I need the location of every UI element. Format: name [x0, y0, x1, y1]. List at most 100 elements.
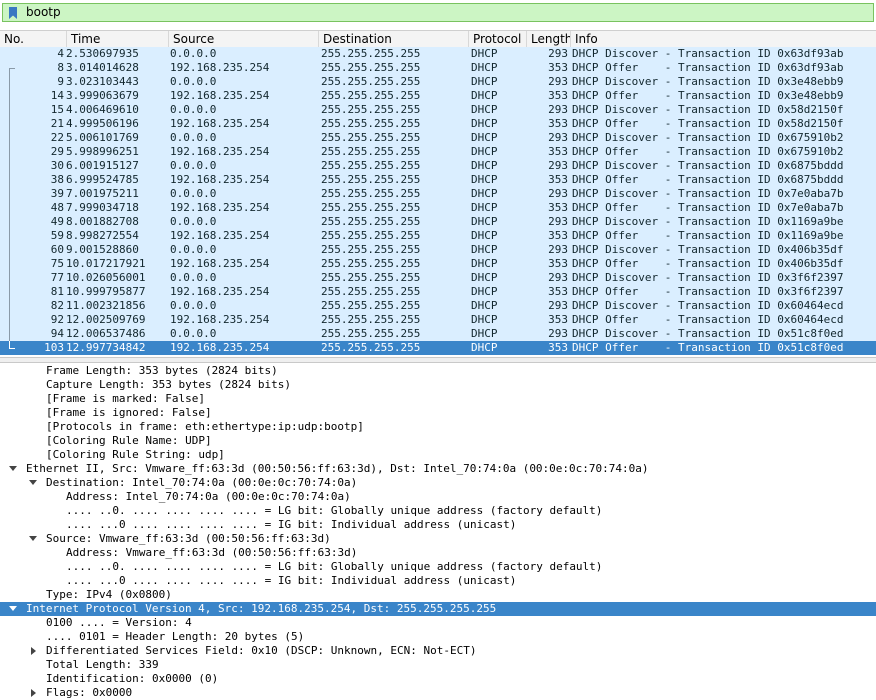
packet-destination: 255.255.255.255	[321, 131, 421, 144]
collapsed-arrow-icon[interactable]	[31, 647, 36, 655]
detail-tree-item[interactable]: Differentiated Services Field: 0x10 (DSC…	[0, 644, 876, 658]
packet-row[interactable]: 82 11.002321856 0.0.0.0 255.255.255.255 DHCP…	[0, 299, 876, 313]
packet-info: DHCP Discover - Transaction ID 0x675910b…	[572, 131, 844, 144]
packet-protocol: DHCP	[471, 159, 498, 172]
detail-tree-item[interactable]: [Coloring Rule Name: UDP]	[0, 434, 876, 448]
packet-row[interactable]: 49 8.001882708 0.0.0.0 255.255.255.255 DHCP 2…	[0, 215, 876, 229]
packet-time: 8.998272554	[66, 229, 139, 242]
detail-tree-item[interactable]: Internet Protocol Version 4, Src: 192.16…	[0, 602, 876, 616]
packet-time: 12.002509769	[66, 313, 146, 326]
detail-tree-item[interactable]: [Protocols in frame: eth:ethertype:ip:ud…	[0, 420, 876, 434]
packet-source: 192.168.235.254	[170, 173, 270, 186]
packet-time: 11.002321856	[66, 299, 146, 312]
detail-tree-item[interactable]: Type: IPv4 (0x0800)	[0, 588, 876, 602]
packet-no: 38	[50, 173, 64, 186]
detail-tree-item[interactable]: Source: Vmware_ff:63:3d (00:50:56:ff:63:…	[0, 532, 876, 546]
packet-protocol: DHCP	[471, 271, 498, 284]
detail-tree-item[interactable]: Address: Intel_70:74:0a (00:0e:0c:70:74:…	[0, 490, 876, 504]
detail-tree-item[interactable]: Frame Length: 353 bytes (2824 bits)	[0, 364, 876, 378]
column-header-length[interactable]: Length	[526, 31, 570, 47]
packet-row[interactable]: 81 10.999795877 192.168.235.254 255.255.255…	[0, 285, 876, 299]
detail-tree-item[interactable]: Ethernet II, Src: Vmware_ff:63:3d (00:50…	[0, 462, 876, 476]
packet-row[interactable]: 29 5.998996251 192.168.235.254 255.255.255.…	[0, 145, 876, 159]
detail-tree-item[interactable]: [Frame is marked: False]	[0, 392, 876, 406]
packet-source: 192.168.235.254	[170, 257, 270, 270]
packet-row[interactable]: 30 6.001915127 0.0.0.0 255.255.255.255 DHCP 2…	[0, 159, 876, 173]
packet-row[interactable]: 60 9.001528860 0.0.0.0 255.255.255.255 DHCP 2…	[0, 243, 876, 257]
detail-tree-item[interactable]: .... ...0 .... .... .... .... = IG bit: …	[0, 574, 876, 588]
packet-info: DHCP Offer - Transaction ID 0x58d2150f	[572, 117, 844, 130]
packet-row[interactable]: 4 2.530697935 0.0.0.0 255.255.255.255 DHCP 29…	[0, 47, 876, 61]
collapsed-arrow-icon[interactable]	[31, 689, 36, 697]
packet-source: 192.168.235.254	[170, 145, 270, 158]
packet-row[interactable]: 77 10.026056001 0.0.0.0 255.255.255.255 DHCP…	[0, 271, 876, 285]
column-header-destination[interactable]: Destination	[318, 31, 468, 47]
expanded-arrow-icon[interactable]	[9, 606, 17, 611]
packet-info: DHCP Offer - Transaction ID 0x3f6f2397	[572, 285, 844, 298]
column-header-time[interactable]: Time	[66, 31, 168, 47]
detail-text: 0100 .... = Version: 4	[46, 616, 192, 629]
detail-text: [Coloring Rule String: udp]	[46, 448, 225, 461]
detail-tree-item[interactable]: .... ..0. .... .... .... .... = LG bit: …	[0, 560, 876, 574]
packet-info: DHCP Discover - Transaction ID 0x7e0aba7…	[572, 187, 844, 200]
packet-row[interactable]: 103 12.997734842 192.168.235.254 255.255.25…	[0, 341, 876, 355]
detail-tree-item[interactable]: [Coloring Rule String: udp]	[0, 448, 876, 462]
detail-tree-item[interactable]: .... ...0 .... .... .... .... = IG bit: …	[0, 518, 876, 532]
packet-row[interactable]: 39 7.001975211 0.0.0.0 255.255.255.255 DHCP 2…	[0, 187, 876, 201]
packet-info: DHCP Discover - Transaction ID 0x63df93a…	[572, 47, 844, 60]
detail-tree-item[interactable]: .... ..0. .... .... .... .... = LG bit: …	[0, 504, 876, 518]
packet-row[interactable]: 15 4.006469610 0.0.0.0 255.255.255.255 DHCP 2…	[0, 103, 876, 117]
packet-row[interactable]: 92 12.002509769 192.168.235.254 255.255.255…	[0, 313, 876, 327]
packet-row[interactable]: 38 6.999524785 192.168.235.254 255.255.255.…	[0, 173, 876, 187]
packet-source: 0.0.0.0	[170, 215, 217, 228]
detail-tree-item[interactable]: Capture Length: 353 bytes (2824 bits)	[0, 378, 876, 392]
column-header-info[interactable]: Info	[570, 31, 876, 47]
expanded-arrow-icon[interactable]	[9, 466, 17, 471]
packet-row[interactable]: 8 3.014014628 192.168.235.254 255.255.255.2…	[0, 61, 876, 75]
packet-row[interactable]: 9 3.023103443 0.0.0.0 255.255.255.255 DHCP 29…	[0, 75, 876, 89]
expanded-arrow-icon[interactable]	[29, 480, 37, 485]
detail-text: Source: Vmware_ff:63:3d (00:50:56:ff:63:…	[46, 532, 331, 545]
packet-destination: 255.255.255.255	[321, 341, 421, 354]
detail-tree-item[interactable]: .... 0101 = Header Length: 20 bytes (5)	[0, 630, 876, 644]
detail-tree-item[interactable]: 0100 .... = Version: 4	[0, 616, 876, 630]
packet-no: 60	[50, 243, 64, 256]
packet-protocol: DHCP	[471, 243, 498, 256]
packet-source: 0.0.0.0	[170, 187, 217, 200]
packet-time: 7.001975211	[66, 187, 139, 200]
detail-tree-item[interactable]: Address: Vmware_ff:63:3d (00:50:56:ff:63…	[0, 546, 876, 560]
detail-tree-item[interactable]: [Frame is ignored: False]	[0, 406, 876, 420]
detail-tree-item[interactable]: Identification: 0x0000 (0)	[0, 672, 876, 686]
packet-row[interactable]: 48 7.999034718 192.168.235.254 255.255.255.…	[0, 201, 876, 215]
detail-text: Capture Length: 353 bytes (2824 bits)	[46, 378, 292, 391]
packet-source: 0.0.0.0	[170, 159, 217, 172]
detail-text: .... ..0. .... .... .... .... = LG bit: …	[66, 560, 603, 573]
packet-row[interactable]: 22 5.006101769 0.0.0.0 255.255.255.255 DHCP 2…	[0, 131, 876, 145]
detail-tree-item[interactable]: Total Length: 339	[0, 658, 876, 672]
packet-destination: 255.255.255.255	[321, 117, 421, 130]
packet-info: DHCP Offer - Transaction ID 0x3e48ebb9	[572, 89, 844, 102]
column-header-no[interactable]: No.	[0, 31, 66, 47]
packet-no: 49	[50, 215, 64, 228]
column-header-protocol[interactable]: Protocol	[468, 31, 526, 47]
packet-time: 10.999795877	[66, 285, 146, 298]
detail-text: [Frame is ignored: False]	[46, 406, 212, 419]
packet-protocol: DHCP	[471, 47, 498, 60]
detail-tree-item[interactable]: Flags: 0x0000	[0, 686, 876, 700]
column-header-source[interactable]: Source	[168, 31, 318, 47]
packet-row[interactable]: 75 10.017217921 192.168.235.254 255.255.255…	[0, 257, 876, 271]
detail-text: Differentiated Services Field: 0x10 (DSC…	[46, 644, 477, 657]
packet-row[interactable]: 94 12.006537486 0.0.0.0 255.255.255.255 DHCP…	[0, 327, 876, 341]
pane-splitter[interactable]	[0, 357, 876, 363]
packet-row[interactable]: 59 8.998272554 192.168.235.254 255.255.255.…	[0, 229, 876, 243]
expanded-arrow-icon[interactable]	[29, 536, 37, 541]
bookmark-icon[interactable]	[9, 7, 17, 19]
packet-length: 293	[548, 215, 568, 228]
packet-time: 4.006469610	[66, 103, 139, 116]
packet-row[interactable]: 14 3.999063679 192.168.235.254 255.255.255.…	[0, 89, 876, 103]
display-filter-input[interactable]: bootp	[2, 3, 874, 22]
packet-row[interactable]: 21 4.999506196 192.168.235.254 255.255.255.…	[0, 117, 876, 131]
packet-protocol: DHCP	[471, 257, 498, 270]
detail-tree-item[interactable]: Destination: Intel_70:74:0a (00:0e:0c:70…	[0, 476, 876, 490]
packet-destination: 255.255.255.255	[321, 145, 421, 158]
